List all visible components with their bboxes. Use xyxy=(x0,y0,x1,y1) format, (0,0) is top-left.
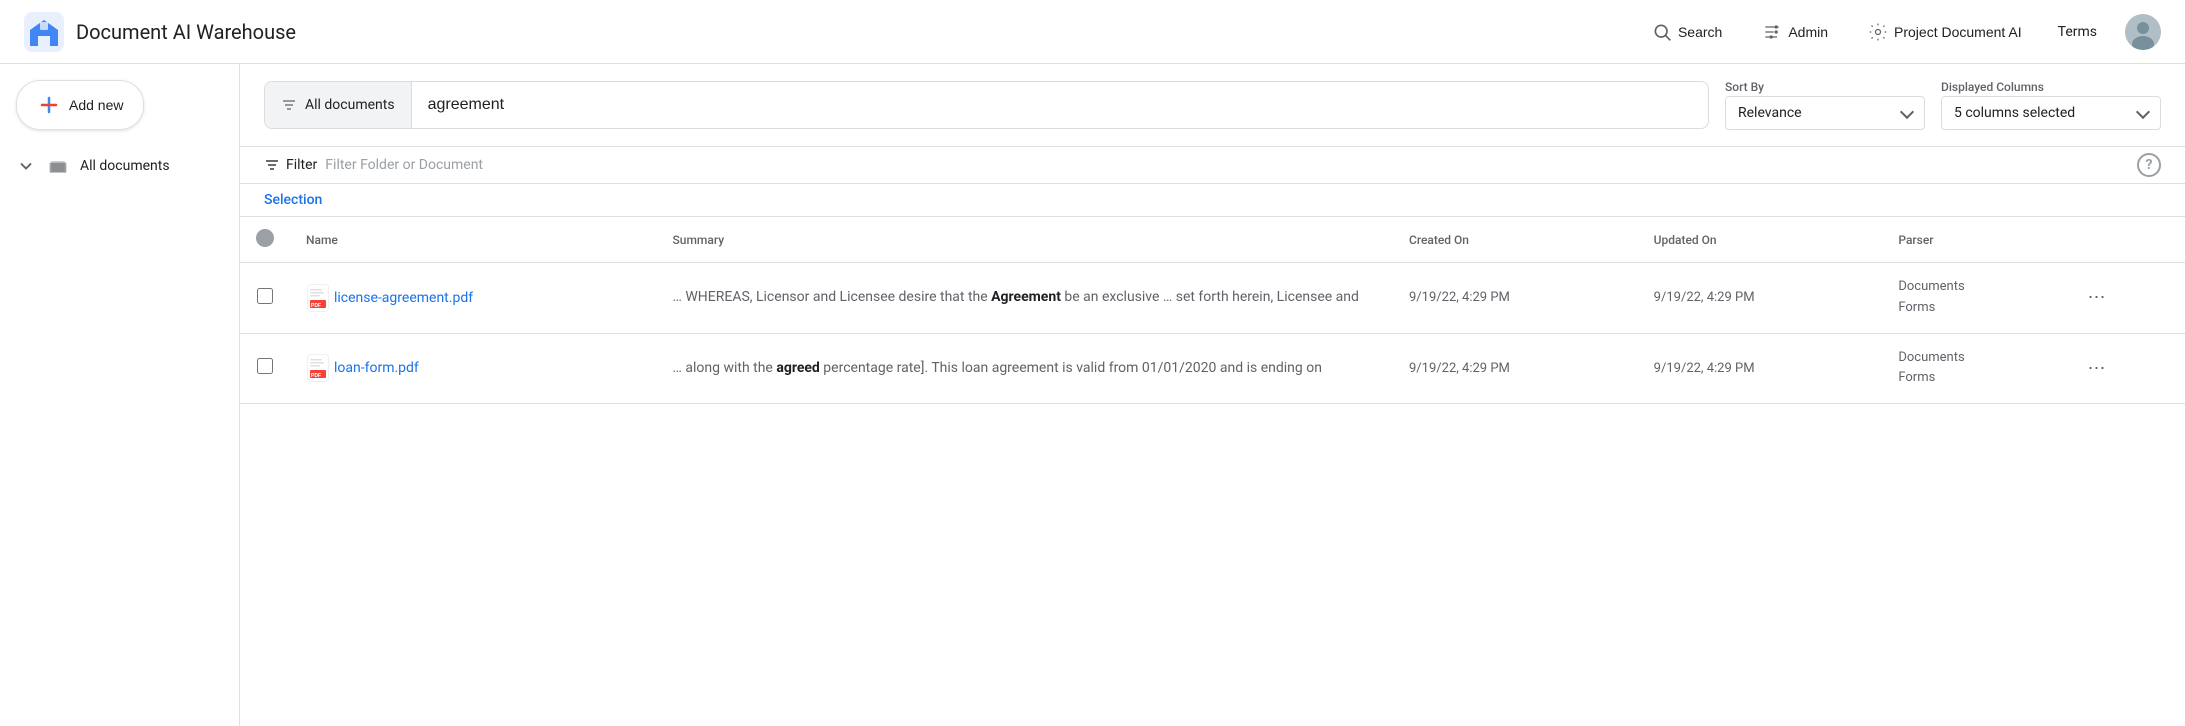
columns-label: Displayed Columns xyxy=(1941,80,2161,94)
row-checkbox[interactable] xyxy=(257,288,273,304)
sidebar-item-all-documents[interactable]: All documents xyxy=(0,146,239,186)
admin-button[interactable]: Admin xyxy=(1746,14,1844,50)
sort-chevron-icon xyxy=(1900,104,1914,118)
columns-select[interactable]: 5 columns selected xyxy=(1941,96,2161,130)
search-button[interactable]: Search xyxy=(1636,14,1738,50)
avatar[interactable] xyxy=(2125,14,2161,50)
columns-container: Displayed Columns 5 columns selected xyxy=(1941,80,2161,130)
expand-icon xyxy=(16,156,36,176)
filter-bar: Filter Filter Folder or Document ? xyxy=(240,147,2185,184)
row-more-cell: ⋯ xyxy=(2063,333,2185,404)
row-filename[interactable]: license-agreement.pdf xyxy=(334,290,473,306)
search-bar-area: All documents Sort By Relevance Displaye… xyxy=(240,64,2185,147)
app-logo-icon xyxy=(24,12,64,52)
select-all-checkbox[interactable] xyxy=(256,229,274,247)
row-parser: DocumentsForms xyxy=(1882,333,2063,404)
folder-icon xyxy=(48,156,68,176)
main-layout: Add new All documents xyxy=(0,64,2185,726)
admin-label: Admin xyxy=(1788,24,1828,40)
all-documents-filter-btn[interactable]: All documents xyxy=(265,82,412,128)
row-created-on: 9/19/22, 4:29 PM xyxy=(1393,333,1638,404)
file-cell: PDF license-agreement.pdf xyxy=(306,284,641,312)
filter-lines-icon xyxy=(281,97,297,113)
all-documents-btn-label: All documents xyxy=(305,97,395,113)
filter-icon xyxy=(264,157,280,173)
row-created-on: 9/19/22, 4:29 PM xyxy=(1393,263,1638,334)
row-summary-cell: … along with the agreed percentage rate]… xyxy=(657,333,1393,404)
project-button[interactable]: Project Document AI xyxy=(1852,14,2038,50)
col-name: Name xyxy=(290,217,657,263)
avatar-image xyxy=(2125,14,2161,50)
pdf-icon: PDF xyxy=(306,284,334,312)
project-label: Project Document AI xyxy=(1894,24,2022,40)
selection-link[interactable]: Selection xyxy=(264,192,322,208)
table-container: Name Summary Created On Updated On Parse… xyxy=(240,217,2185,726)
app-logo: Document AI Warehouse xyxy=(24,12,296,52)
sidebar: Add new All documents xyxy=(0,64,240,726)
nav-actions: Search Admin Project Document AI Terms xyxy=(1636,14,2161,50)
table-header-row: Name Summary Created On Updated On Parse… xyxy=(240,217,2185,263)
col-actions xyxy=(2063,217,2185,263)
row-name-cell: PDF license-agreement.pdf xyxy=(290,263,657,334)
content-area: All documents Sort By Relevance Displaye… xyxy=(240,64,2185,726)
row-name-cell: PDF loan-form.pdf xyxy=(290,333,657,404)
filter-label: Filter xyxy=(286,157,317,173)
svg-text:PDF: PDF xyxy=(311,303,321,309)
col-created-on: Created On xyxy=(1393,217,1638,263)
table-row: PDF license-agreement.pdf … WHEREAS, Lic… xyxy=(240,263,2185,334)
help-icon[interactable]: ? xyxy=(2137,153,2161,177)
documents-table: Name Summary Created On Updated On Parse… xyxy=(240,217,2185,404)
sort-container: Sort By Relevance xyxy=(1725,80,1925,130)
summary-highlight: Agreement xyxy=(991,289,1061,305)
sort-value: Relevance xyxy=(1738,105,1802,121)
col-updated-on: Updated On xyxy=(1638,217,1883,263)
add-new-label: Add new xyxy=(69,97,123,113)
selection-row: Selection xyxy=(240,184,2185,217)
row-parser: DocumentsForms xyxy=(1882,263,2063,334)
search-icon xyxy=(1652,22,1672,42)
all-documents-label: All documents xyxy=(80,158,170,174)
row-updated-on: 9/19/22, 4:29 PM xyxy=(1638,333,1883,404)
top-nav: Document AI Warehouse Search Admin xyxy=(0,0,2185,64)
columns-chevron-icon xyxy=(2136,104,2150,118)
search-input[interactable] xyxy=(412,96,1708,114)
row-checkbox-cell xyxy=(240,333,290,404)
admin-icon xyxy=(1762,22,1782,42)
checkbox-header xyxy=(240,217,290,263)
add-new-button[interactable]: Add new xyxy=(16,80,144,130)
sort-select[interactable]: Relevance xyxy=(1725,96,1925,130)
col-summary: Summary xyxy=(657,217,1393,263)
app-title: Document AI Warehouse xyxy=(76,20,296,44)
file-cell: PDF loan-form.pdf xyxy=(306,354,641,382)
row-more-button[interactable]: ⋯ xyxy=(2079,354,2113,383)
summary-highlight: agreed xyxy=(776,360,820,376)
row-filename[interactable]: loan-form.pdf xyxy=(334,360,419,376)
col-parser: Parser xyxy=(1882,217,2063,263)
pdf-icon: PDF xyxy=(306,354,334,382)
row-more-button[interactable]: ⋯ xyxy=(2079,283,2113,312)
filter-button[interactable]: Filter xyxy=(264,157,317,173)
row-more-cell: ⋯ xyxy=(2063,263,2185,334)
filter-placeholder[interactable]: Filter Folder or Document xyxy=(325,157,483,173)
search-label: Search xyxy=(1678,24,1722,40)
search-input-container: All documents xyxy=(264,81,1709,129)
row-updated-on: 9/19/22, 4:29 PM xyxy=(1638,263,1883,334)
columns-value: 5 columns selected xyxy=(1954,105,2075,121)
row-summary-cell: … WHEREAS, Licensor and Licensee desire … xyxy=(657,263,1393,334)
svg-text:PDF: PDF xyxy=(311,373,321,379)
sort-label: Sort By xyxy=(1725,80,1925,94)
row-checkbox-cell xyxy=(240,263,290,334)
row-checkbox[interactable] xyxy=(257,358,273,374)
settings-icon xyxy=(1868,22,1888,42)
table-row: PDF loan-form.pdf … along with the agree… xyxy=(240,333,2185,404)
add-icon xyxy=(37,93,61,117)
terms-link[interactable]: Terms xyxy=(2046,16,2109,48)
